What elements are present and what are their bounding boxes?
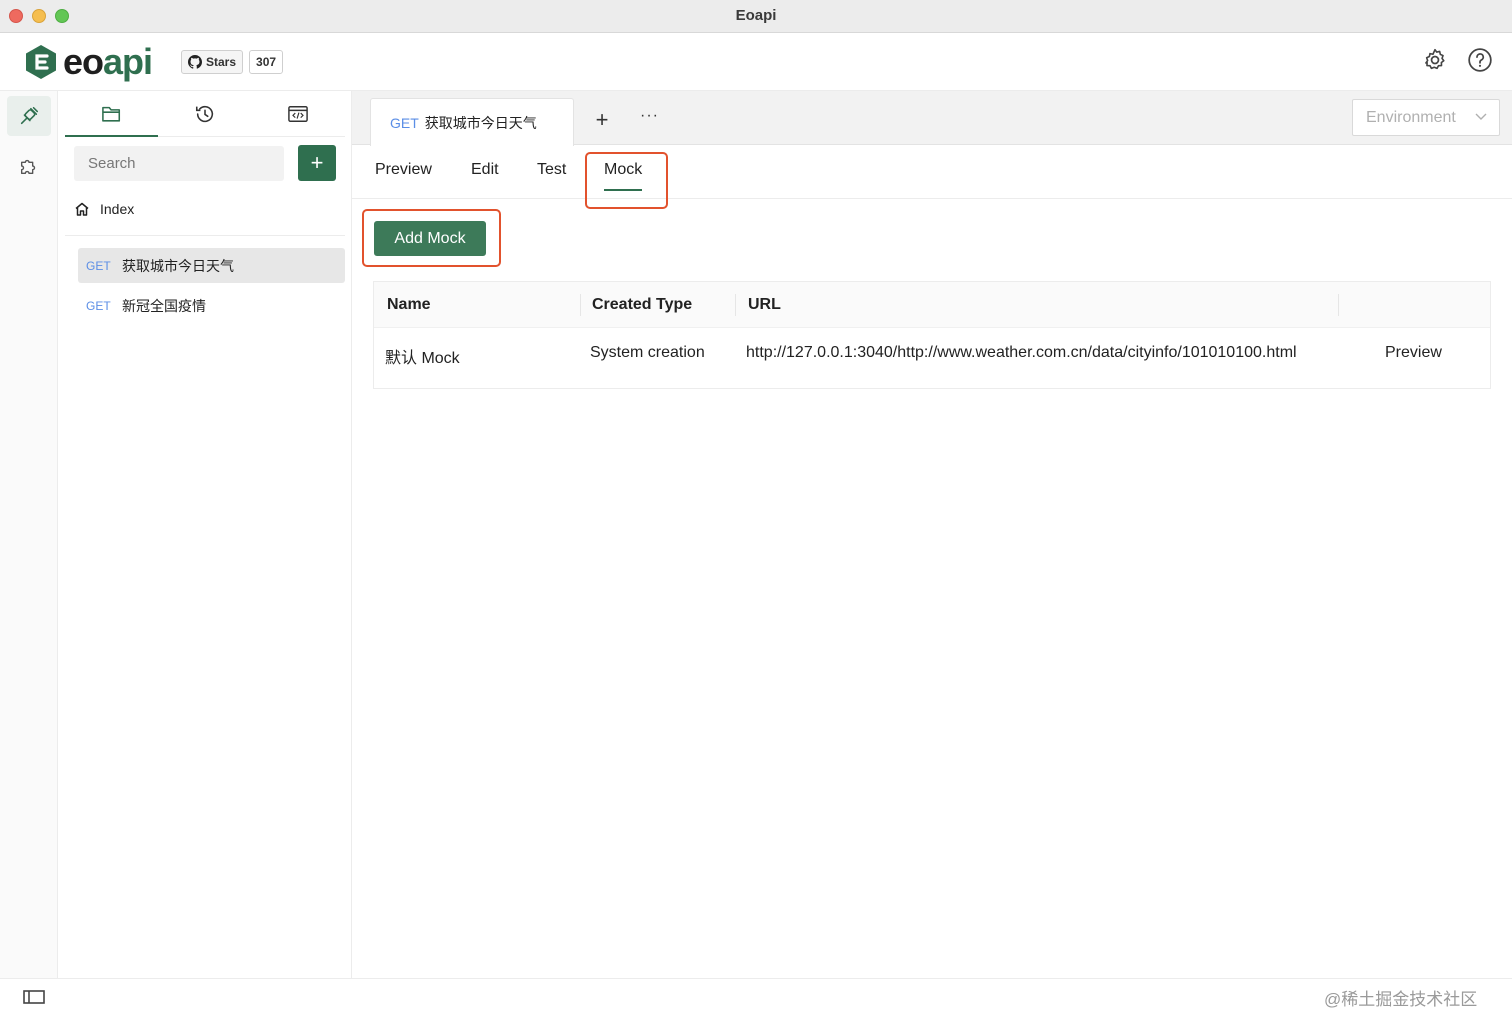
settings-gear-icon[interactable] (1422, 47, 1448, 73)
mock-table: Name Created Type URL 默认 Mock System cre… (373, 281, 1491, 389)
api-list-item[interactable]: GET 新冠全国疫情 (78, 288, 345, 323)
request-tab-bar: GET 获取城市今日天气 + ··· Environment (352, 91, 1512, 146)
tab-preview[interactable]: Preview (375, 161, 432, 179)
api-method: GET (86, 298, 111, 313)
api-sidebar: + Index GET 获取城市今日天气 GET 新冠全国疫情 (58, 91, 352, 978)
api-method: GET (86, 258, 111, 273)
sidebar-item-index[interactable]: Index (74, 201, 134, 217)
folder-icon (101, 106, 120, 122)
app-header: eoapi Stars 307 (0, 33, 1512, 91)
tab-history[interactable] (158, 91, 251, 136)
mock-row-created-type: System creation (590, 344, 705, 361)
column-separator (735, 294, 736, 316)
environment-select[interactable]: Environment (1352, 99, 1500, 136)
eoapi-logo-icon (26, 45, 56, 79)
mock-row-url: http://127.0.0.1:3040/http://www.weather… (746, 344, 1297, 361)
api-module-button[interactable] (7, 96, 51, 136)
puzzle-icon (20, 159, 36, 175)
request-tab-method: GET (390, 114, 419, 131)
column-separator (1338, 294, 1339, 316)
api-name: 获取城市今日天气 (122, 257, 234, 274)
mock-table-header: Name Created Type URL (374, 282, 1490, 328)
window-title: Eoapi (735, 7, 777, 24)
column-header-created-type: Created Type (592, 296, 693, 313)
app-logo[interactable]: eoapi (22, 42, 162, 82)
code-window-icon (288, 105, 309, 122)
new-tab-button[interactable]: + (590, 107, 614, 133)
add-mock-highlight (362, 209, 501, 267)
github-stars-label: Stars (206, 55, 237, 69)
mock-row-preview-link[interactable]: Preview (1385, 344, 1442, 362)
status-bar (0, 978, 1512, 1012)
sidebar-tabs (65, 91, 345, 137)
api-name: 新冠全国疫情 (122, 297, 206, 314)
sidebar-divider (65, 235, 345, 236)
request-tab-active[interactable]: GET 获取城市今日天气 (370, 98, 574, 146)
chevron-down-icon (1475, 113, 1487, 120)
environment-placeholder: Environment (1366, 108, 1456, 126)
tab-edit[interactable]: Edit (471, 161, 499, 179)
request-tab-name: 获取城市今日天气 (424, 114, 537, 131)
index-label: Index (100, 201, 135, 217)
toggle-sidebar-icon[interactable] (23, 990, 45, 1004)
mock-row-name: 默认 Mock (385, 350, 460, 367)
main-panel: GET 获取城市今日天气 + ··· Environment Preview E… (352, 91, 1512, 978)
add-api-button[interactable]: + (298, 145, 336, 181)
watermark: @稀土掘金技术社区 (1324, 990, 1478, 1009)
logo-text-api: api (103, 41, 153, 82)
column-header-url: URL (748, 296, 781, 313)
home-icon (75, 202, 89, 216)
logo-wordmark: eoapi (63, 41, 153, 82)
detail-tabs: Preview Edit Test Mock (352, 145, 1512, 199)
github-stars-button[interactable]: Stars (181, 50, 244, 74)
title-bar: Eoapi (0, 0, 1512, 33)
plugins-button[interactable] (7, 146, 51, 186)
column-header-name: Name (387, 296, 431, 313)
search-input[interactable] (74, 146, 284, 181)
mock-tab-highlight (585, 152, 668, 209)
tab-api-list[interactable] (65, 91, 159, 137)
api-list-item[interactable]: GET 获取城市今日天气 (78, 248, 345, 283)
activity-rail (0, 91, 58, 978)
plug-icon (20, 106, 39, 125)
logo-text-eo: eo (63, 41, 104, 82)
github-stars-count[interactable]: 307 (249, 50, 284, 74)
tab-test[interactable]: Test (537, 161, 566, 179)
help-question-icon[interactable] (1467, 47, 1493, 73)
github-stars-widget[interactable]: Stars 307 (181, 50, 284, 74)
history-icon (195, 105, 214, 122)
more-tabs-button[interactable]: ··· (640, 107, 659, 125)
github-icon (188, 55, 202, 69)
column-separator (580, 294, 581, 316)
tab-code[interactable] (252, 91, 345, 136)
